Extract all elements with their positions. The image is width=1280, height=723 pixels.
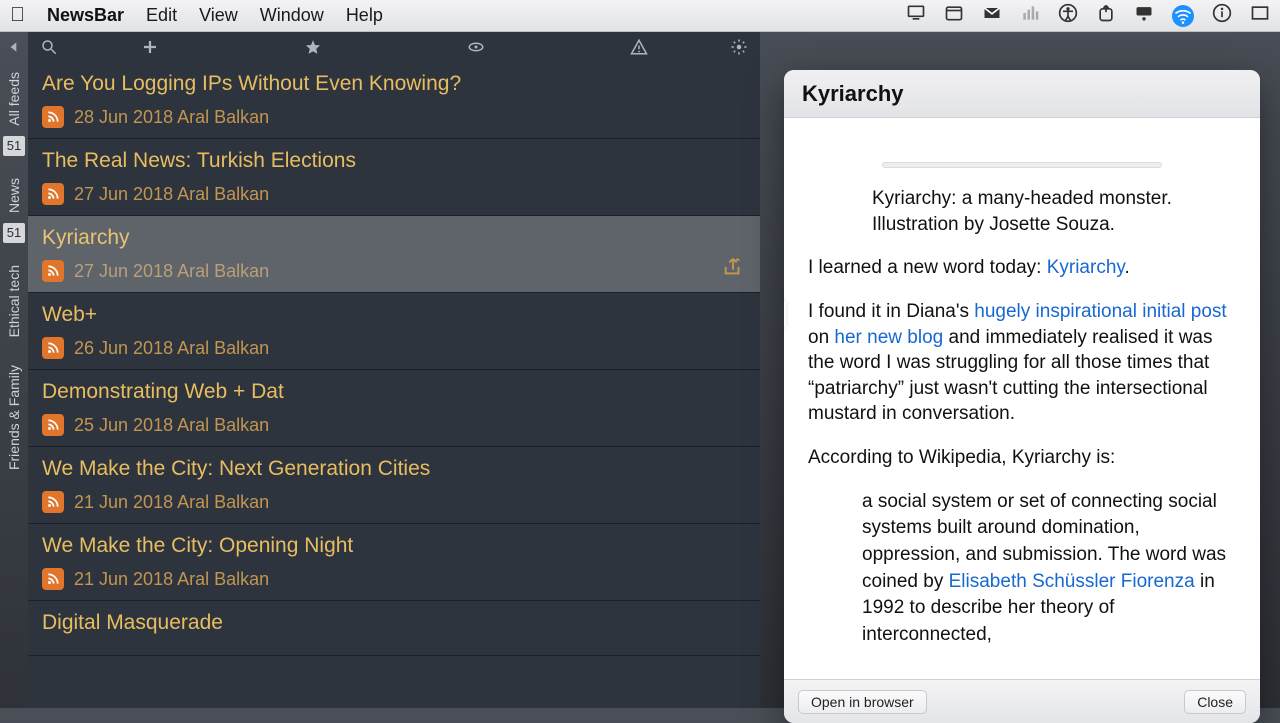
menu-view[interactable]: View (199, 5, 238, 26)
wifi-icon[interactable] (1172, 5, 1194, 27)
rss-icon (42, 491, 64, 513)
menu-edit[interactable]: Edit (146, 5, 177, 26)
external-link-icon[interactable] (1096, 3, 1116, 28)
rail-label: Friends & Family (6, 359, 22, 476)
settings-button[interactable] (720, 38, 760, 56)
feed-title: The Real News: Turkish Elections (42, 149, 746, 173)
feed-item[interactable]: Are You Logging IPs Without Even Knowing… (28, 62, 760, 139)
article-paragraph: I learned a new word today: Kyriarchy. (808, 255, 1236, 281)
menu-extra-icon[interactable] (1250, 3, 1270, 28)
accessibility-icon[interactable] (1058, 3, 1078, 28)
feed-title: We Make the City: Next Generation Cities (42, 457, 746, 481)
feed-item[interactable]: Demonstrating Web + Dat 25 Jun 2018 Aral … (28, 370, 760, 447)
illustration-caption: Kyriarchy: a many-headed monster. Illust… (872, 186, 1172, 237)
menu-window[interactable]: Window (260, 5, 324, 26)
menu-help[interactable]: Help (346, 5, 383, 26)
open-in-browser-button[interactable]: Open in browser (798, 690, 927, 714)
rss-icon (42, 414, 64, 436)
alerts-button[interactable] (557, 38, 720, 56)
popover-title: Kyriarchy (802, 81, 904, 107)
popover-body: Kyriarchy: a many-headed monster. Illust… (784, 118, 1260, 679)
article-blockquote: a social system or set of connecting soc… (808, 489, 1236, 649)
rss-icon (42, 337, 64, 359)
article-paragraph: I found it in Diana's hugely inspiration… (808, 299, 1236, 427)
illustration-placeholder (882, 162, 1162, 168)
feed-title: Kyriarchy (42, 226, 746, 250)
search-button[interactable] (28, 38, 68, 56)
feed-item[interactable]: The Real News: Turkish Elections 27 Jun 2… (28, 139, 760, 216)
rail-label: All feeds (6, 66, 22, 132)
macos-menu-bar:  NewsBar Edit View Window Help (0, 0, 1280, 32)
rss-icon (42, 183, 64, 205)
feed-sub: 25 Jun 2018 Aral Balkan (74, 415, 269, 436)
rail-tab-friends-family[interactable]: Friends & Family (0, 355, 28, 482)
feed-sub: 27 Jun 2018 Aral Balkan (74, 184, 269, 205)
fiorenza-link[interactable]: Elisabeth Schüssler Fiorenza (949, 571, 1195, 592)
feed-sub: 27 Jun 2018 Aral Balkan (74, 261, 269, 282)
rss-icon (42, 568, 64, 590)
feed-item[interactable]: We Make the City: Next Generation Cities… (28, 447, 760, 524)
feed-sub: 28 Jun 2018 Aral Balkan (74, 107, 269, 128)
close-button[interactable]: Close (1184, 690, 1246, 714)
apple-menu-icon[interactable]:  (10, 4, 25, 27)
rail-tab-news[interactable]: News 51 (0, 168, 28, 249)
article-paragraph: According to Wikipedia, Kyriarchy is: (808, 445, 1236, 471)
favorite-button[interactable] (231, 38, 394, 56)
app-name[interactable]: NewsBar (47, 5, 124, 26)
feed-sub: 21 Jun 2018 Aral Balkan (74, 569, 269, 590)
equalizer-icon[interactable] (1020, 3, 1040, 28)
feed-item[interactable]: Kyriarchy 27 Jun 2018 Aral Balkan (28, 216, 760, 293)
collapse-rail-button[interactable] (0, 32, 28, 62)
feed-item[interactable]: Web+ 26 Jun 2018 Aral Balkan (28, 293, 760, 370)
feed-title: Digital Masquerade (42, 611, 746, 635)
feed-title: Web+ (42, 303, 746, 327)
mark-read-button[interactable] (394, 38, 557, 56)
rail-tab-ethical-tech[interactable]: Ethical tech (0, 255, 28, 349)
feed-item[interactable]: Digital Masquerade (28, 601, 760, 656)
feed-panel: Are You Logging IPs Without Even Knowing… (28, 32, 760, 708)
calendar-icon[interactable] (944, 3, 964, 28)
rail-label: News (6, 172, 22, 219)
screen-icon[interactable] (1134, 3, 1154, 28)
rail-label: Ethical tech (6, 259, 22, 343)
feed-sub: 26 Jun 2018 Aral Balkan (74, 338, 269, 359)
share-icon[interactable] (722, 256, 744, 278)
feed-sub: 21 Jun 2018 Aral Balkan (74, 492, 269, 513)
add-feed-button[interactable] (68, 38, 231, 56)
rail-tab-all-feeds[interactable]: All feeds 51 (0, 62, 28, 162)
kyriarchy-link[interactable]: Kyriarchy (1047, 257, 1125, 278)
feed-title: We Make the City: Opening Night (42, 534, 746, 558)
rss-icon (42, 260, 64, 282)
popover-footer: Open in browser Close (784, 679, 1260, 723)
feed-title: Are You Logging IPs Without Even Knowing… (42, 72, 746, 96)
category-rail: All feeds 51 News 51 Ethical tech Friend… (0, 32, 28, 708)
mail-icon[interactable] (982, 3, 1002, 28)
popover-header: Kyriarchy (784, 70, 1260, 118)
display-icon[interactable] (906, 3, 926, 28)
feed-title: Demonstrating Web + Dat (42, 380, 746, 404)
rail-count: 51 (3, 223, 25, 243)
rss-icon (42, 106, 64, 128)
rail-count: 51 (3, 136, 25, 156)
feed-item[interactable]: We Make the City: Opening Night 21 Jun 20… (28, 524, 760, 601)
feed-toolbar (28, 32, 760, 62)
new-blog-link[interactable]: her new blog (834, 327, 943, 348)
initial-post-link[interactable]: hugely inspirational initial post (974, 301, 1226, 322)
article-popover: Kyriarchy Kyriarchy: a many-headed monst… (784, 70, 1260, 723)
info-icon[interactable] (1212, 3, 1232, 28)
